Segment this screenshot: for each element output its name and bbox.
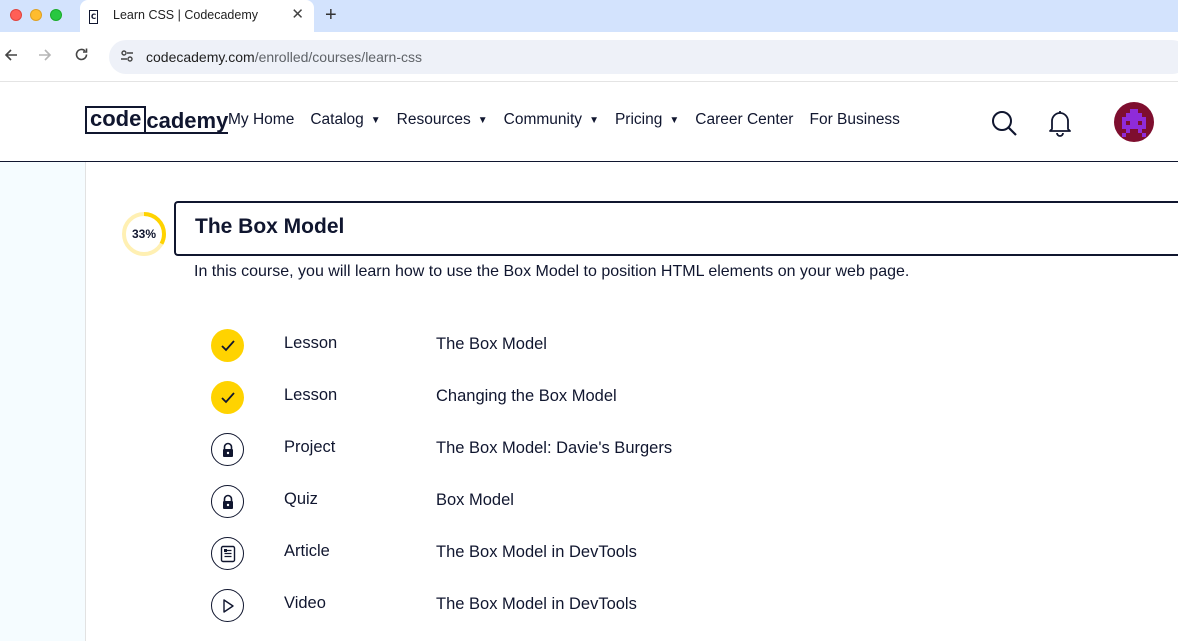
new-tab-button[interactable]: + xyxy=(325,4,337,26)
nav-career-center[interactable]: Career Center xyxy=(695,111,793,129)
lock-icon xyxy=(222,494,233,509)
item-name[interactable]: The Box Model: Davie's Burgers xyxy=(436,439,672,458)
site-info-icon[interactable] xyxy=(119,48,135,64)
syllabus-item[interactable]: Article The Box Model in DevTools xyxy=(211,537,911,571)
item-type: Article xyxy=(284,542,330,560)
forward-button[interactable] xyxy=(38,47,52,67)
check-icon xyxy=(220,391,235,403)
nav-for-business[interactable]: For Business xyxy=(809,111,899,129)
item-name[interactable]: The Box Model xyxy=(436,335,547,354)
url-path: /enrolled/courses/learn-css xyxy=(254,49,422,65)
pixel-avatar-icon xyxy=(1122,109,1146,137)
search-icon[interactable] xyxy=(990,109,1018,142)
lock-icon xyxy=(222,442,233,457)
url-text: codecademy.com/enrolled/courses/learn-cs… xyxy=(146,49,422,65)
browser-tab-bar: c_ Learn CSS | Codecademy ✕ + xyxy=(0,0,1178,39)
status-badge xyxy=(211,433,244,466)
left-rail xyxy=(0,162,86,641)
maximize-window-button[interactable] xyxy=(50,9,62,21)
nav-label: Community xyxy=(503,111,583,128)
play-icon xyxy=(222,598,234,613)
reload-button[interactable] xyxy=(74,47,89,67)
url-input[interactable]: codecademy.com/enrolled/courses/learn-cs… xyxy=(109,40,1178,74)
module-title: The Box Model xyxy=(195,215,345,238)
url-domain: codecademy.com xyxy=(146,49,255,65)
status-badge xyxy=(211,589,244,622)
item-name[interactable]: Changing the Box Model xyxy=(436,387,617,406)
status-badge xyxy=(211,381,244,414)
syllabus-item[interactable]: Lesson The Box Model xyxy=(211,329,911,363)
bell-icon[interactable] xyxy=(1047,109,1073,142)
close-window-button[interactable] xyxy=(10,9,22,21)
item-type: Quiz xyxy=(284,490,318,508)
item-name[interactable]: The Box Model in DevTools xyxy=(436,595,637,614)
status-badge xyxy=(211,329,244,362)
avatar[interactable] xyxy=(1114,102,1154,142)
item-type: Video xyxy=(284,594,326,612)
logo-cademy: cademy xyxy=(146,108,229,134)
tab-close-icon[interactable]: ✕ xyxy=(291,6,304,24)
nav-label: Career Center xyxy=(695,111,794,128)
article-icon xyxy=(220,545,235,562)
syllabus-item[interactable]: Quiz Box Model xyxy=(211,485,911,519)
check-icon xyxy=(220,339,235,351)
codecademy-logo[interactable]: code cademy xyxy=(85,106,229,134)
caret-down-icon: ▼ xyxy=(370,114,381,126)
tab-title: Learn CSS | Codecademy xyxy=(113,8,258,22)
module-title-box: The Box Model xyxy=(174,201,1178,256)
nav-pricing[interactable]: Pricing ▼ xyxy=(615,111,679,129)
progress-label: 33% xyxy=(131,227,157,241)
item-type: Lesson xyxy=(284,386,338,404)
nav-resources[interactable]: Resources ▼ xyxy=(397,111,488,129)
browser-tab[interactable]: c_ Learn CSS | Codecademy ✕ xyxy=(80,0,314,39)
nav-label: My Home xyxy=(228,111,295,128)
address-bar-row: codecademy.com/enrolled/courses/learn-cs… xyxy=(0,32,1178,82)
nav-label: Resources xyxy=(396,111,471,128)
arrow-left-icon xyxy=(4,49,17,61)
item-type: Lesson xyxy=(284,334,338,352)
item-name[interactable]: The Box Model in DevTools xyxy=(436,543,637,562)
item-type: Project xyxy=(284,438,336,456)
status-badge xyxy=(211,485,244,518)
caret-down-icon: ▼ xyxy=(589,114,599,126)
nav-label: For Business xyxy=(809,111,900,128)
reload-icon xyxy=(75,48,88,61)
caret-down-icon: ▼ xyxy=(477,114,488,126)
syllabus-item[interactable]: Lesson Changing the Box Model xyxy=(211,381,911,415)
site-header: code cademy My Home Catalog ▼ Resources ▼ C… xyxy=(0,82,1178,162)
item-name[interactable]: Box Model xyxy=(436,491,514,510)
module-description: In this course, you will learn how to us… xyxy=(194,263,910,280)
back-button[interactable] xyxy=(4,47,18,67)
logo-code: code xyxy=(85,106,147,134)
nav-community[interactable]: Community ▼ xyxy=(504,111,599,129)
nav-label: Pricing xyxy=(614,111,663,128)
status-badge xyxy=(211,537,244,570)
caret-down-icon: ▼ xyxy=(669,114,680,126)
nav-label: Catalog xyxy=(310,111,364,128)
syllabus-item[interactable]: Video The Box Model in DevTools xyxy=(211,589,911,623)
nav-catalog[interactable]: Catalog ▼ xyxy=(310,111,380,129)
nav-my-home[interactable]: My Home xyxy=(228,111,294,129)
arrow-right-icon xyxy=(39,49,52,61)
main-nav: My Home Catalog ▼ Resources ▼ Community ▼ P… xyxy=(228,111,916,129)
minimize-window-button[interactable] xyxy=(30,9,42,21)
codecademy-favicon-icon: c_ xyxy=(89,10,98,39)
syllabus-item[interactable]: Project The Box Model: Davie's Burgers xyxy=(211,433,911,467)
